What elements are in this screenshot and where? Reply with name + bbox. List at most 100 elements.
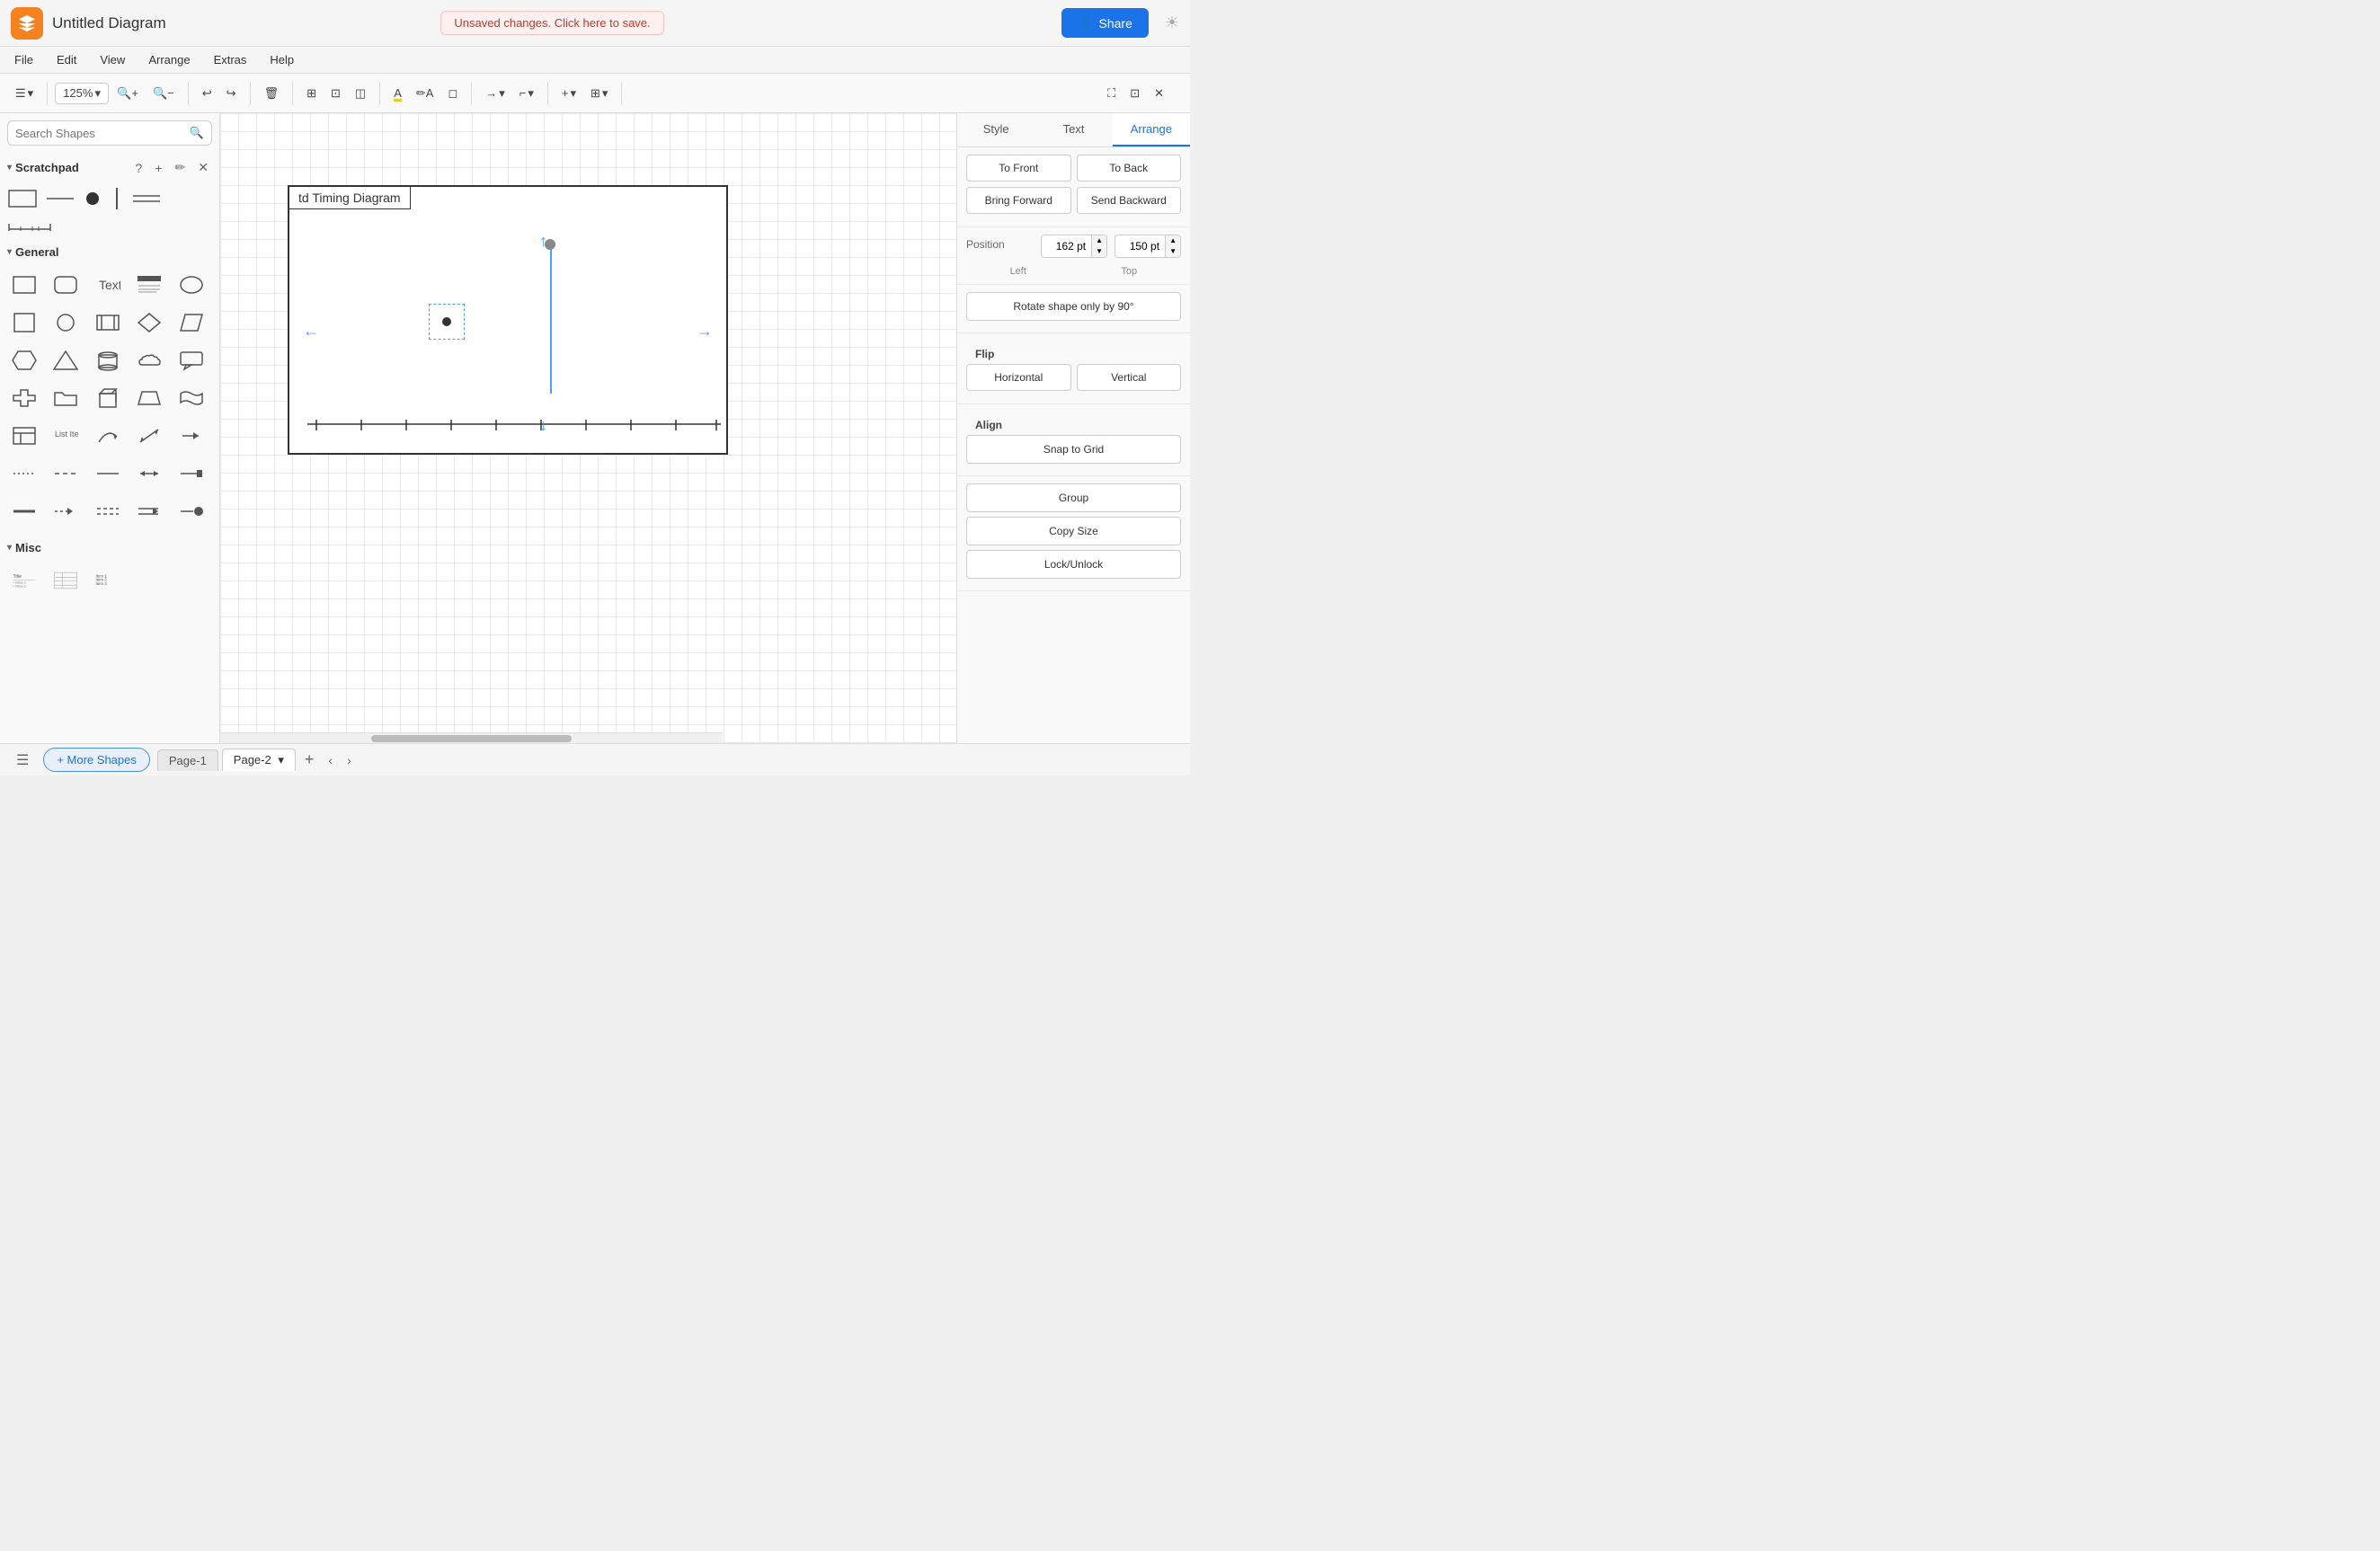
- delete-btn[interactable]: 🗑: [258, 82, 286, 105]
- settings-btn[interactable]: ✕: [1148, 82, 1170, 105]
- tab-style[interactable]: Style: [957, 113, 1035, 146]
- more-shapes-btn[interactable]: + More Shapes: [43, 748, 150, 772]
- shape-curve-arrow[interactable]: [91, 419, 125, 453]
- shape-table[interactable]: [7, 419, 41, 453]
- pos-top-input[interactable]: [1115, 235, 1165, 257]
- move-up-arrow[interactable]: ↑: [539, 232, 547, 251]
- shape-cross[interactable]: [7, 381, 41, 415]
- menu-file[interactable]: File: [11, 51, 37, 68]
- rotate-shape-btn[interactable]: Rotate shape only by 90°: [966, 292, 1181, 321]
- share-button[interactable]: 👤 Share: [1061, 8, 1149, 38]
- lock-unlock-btn[interactable]: Lock/Unlock: [966, 550, 1181, 579]
- undo-btn[interactable]: ↩: [196, 82, 218, 105]
- search-icon[interactable]: 🔍: [190, 126, 204, 140]
- shape-cloud[interactable]: [132, 343, 166, 377]
- scratchpad-add-btn[interactable]: +: [151, 159, 165, 177]
- shape-parallelogram[interactable]: [174, 306, 209, 340]
- bring-forward-btn[interactable]: Bring Forward: [966, 187, 1071, 214]
- zoom-level-btn[interactable]: 125% ▾: [55, 83, 109, 104]
- fill-color-btn[interactable]: A: [387, 82, 408, 104]
- timing-line[interactable]: [550, 241, 552, 394]
- flip-vertical-btn[interactable]: Vertical: [1077, 364, 1182, 391]
- misc-section-header[interactable]: ▾ Misc: [0, 536, 219, 560]
- shape-cube[interactable]: [91, 381, 125, 415]
- shape-dashed-line[interactable]: [49, 456, 83, 491]
- pos-top-down-btn[interactable]: ▼: [1166, 246, 1180, 257]
- shape-circle[interactable]: [49, 306, 83, 340]
- shape-diamond[interactable]: [132, 306, 166, 340]
- shape-wave[interactable]: [174, 381, 209, 415]
- send-backward-btn[interactable]: Send Backward: [1077, 187, 1182, 214]
- pos-top-up-btn[interactable]: ▲: [1166, 235, 1180, 246]
- fit-page-btn[interactable]: ⊡: [1123, 82, 1146, 105]
- shape-text[interactable]: Text: [91, 268, 125, 302]
- to-back-btn[interactable]: To Back: [1077, 155, 1182, 182]
- zoom-out-btn[interactable]: 🔍−: [147, 82, 181, 105]
- tab-text[interactable]: Text: [1035, 113, 1112, 146]
- pages-menu-btn[interactable]: ☰: [9, 748, 36, 773]
- prev-page-btn[interactable]: ‹: [323, 751, 338, 769]
- scratchpad-ruler[interactable]: [7, 218, 52, 233]
- shape-center-handle[interactable]: [442, 317, 451, 326]
- menu-view[interactable]: View: [96, 51, 129, 68]
- shape-square[interactable]: [7, 306, 41, 340]
- tab-arrange[interactable]: Arrange: [1113, 113, 1190, 146]
- shape-double-dash[interactable]: [91, 494, 125, 528]
- shape-single-line[interactable]: [91, 456, 125, 491]
- general-section-header[interactable]: ▾ General: [0, 240, 219, 264]
- menu-arrange[interactable]: Arrange: [145, 51, 193, 68]
- move-left-arrow[interactable]: ←: [303, 322, 319, 341]
- next-page-btn[interactable]: ›: [342, 751, 357, 769]
- shape-trapezoid[interactable]: [132, 381, 166, 415]
- diagram-title[interactable]: Untitled Diagram: [52, 14, 431, 32]
- fullscreen-btn[interactable]: ⛶: [1101, 82, 1122, 105]
- scratchpad-rect[interactable]: [7, 189, 38, 208]
- search-shapes-input[interactable]: [15, 127, 190, 140]
- snap-to-grid-btn[interactable]: Snap to Grid: [966, 435, 1181, 464]
- scratchpad-double-line[interactable]: [131, 189, 162, 208]
- page-tab-2[interactable]: Page-2 ▾: [222, 749, 296, 771]
- scratchpad-vline[interactable]: [110, 186, 124, 211]
- unsaved-notification[interactable]: Unsaved changes. Click here to save.: [440, 11, 663, 35]
- scratchpad-line[interactable]: [45, 189, 75, 208]
- shape-triangle[interactable]: [49, 343, 83, 377]
- shape-cylinder[interactable]: [91, 343, 125, 377]
- redo-btn[interactable]: ↪: [220, 82, 243, 105]
- sidebar-toggle-btn[interactable]: ☰ ▾: [9, 82, 40, 105]
- menu-edit[interactable]: Edit: [53, 51, 80, 68]
- scratchpad-section-header[interactable]: ▾ Scratchpad ? + ✏ ✕: [0, 153, 219, 182]
- h-scrollbar-thumb[interactable]: [371, 735, 573, 742]
- move-down-arrow[interactable]: ↓: [539, 416, 547, 435]
- insert-btn[interactable]: + ▾: [555, 82, 582, 105]
- shape-rect[interactable]: [7, 268, 41, 302]
- menu-help[interactable]: Help: [266, 51, 298, 68]
- shape-callout[interactable]: [174, 343, 209, 377]
- misc-table[interactable]: [49, 563, 83, 598]
- waypoints-btn[interactable]: ⌐ ▾: [513, 82, 540, 105]
- shape-rounded-rect[interactable]: [49, 268, 83, 302]
- pos-left-down-btn[interactable]: ▼: [1092, 246, 1106, 257]
- copy-size-btn[interactable]: Copy Size: [966, 517, 1181, 545]
- page-view-btn[interactable]: ⊞: [300, 82, 323, 105]
- line-color-btn[interactable]: ✏A: [410, 82, 440, 105]
- shape-arrow-end[interactable]: [174, 456, 209, 491]
- pos-left-input[interactable]: [1042, 235, 1091, 257]
- theme-toggle-icon[interactable]: ☀: [1165, 13, 1179, 32]
- shape-arrow-bar[interactable]: [132, 494, 166, 528]
- pos-left-up-btn[interactable]: ▲: [1092, 235, 1106, 246]
- shape-arrow-dash[interactable]: [49, 494, 83, 528]
- selected-shape[interactable]: [429, 304, 465, 340]
- connection-style-btn[interactable]: → ▾: [479, 82, 511, 105]
- table-btn[interactable]: ⊞ ▾: [584, 82, 614, 105]
- shape-hexagon[interactable]: [7, 343, 41, 377]
- diagram-container[interactable]: td Timing Diagram: [288, 185, 728, 455]
- misc-list[interactable]: Item 1Item 2Item 3: [90, 563, 124, 598]
- to-front-btn[interactable]: To Front: [966, 155, 1071, 182]
- shape-process[interactable]: [91, 306, 125, 340]
- canvas-area[interactable]: td Timing Diagram: [220, 113, 956, 743]
- shape-double-arrow[interactable]: [132, 456, 166, 491]
- selection-view-btn[interactable]: ⊡: [324, 82, 347, 105]
- shape-arrow-circle[interactable]: [174, 494, 209, 528]
- shape-list-item[interactable]: List Item: [49, 419, 83, 453]
- scratchpad-dot[interactable]: [83, 189, 102, 208]
